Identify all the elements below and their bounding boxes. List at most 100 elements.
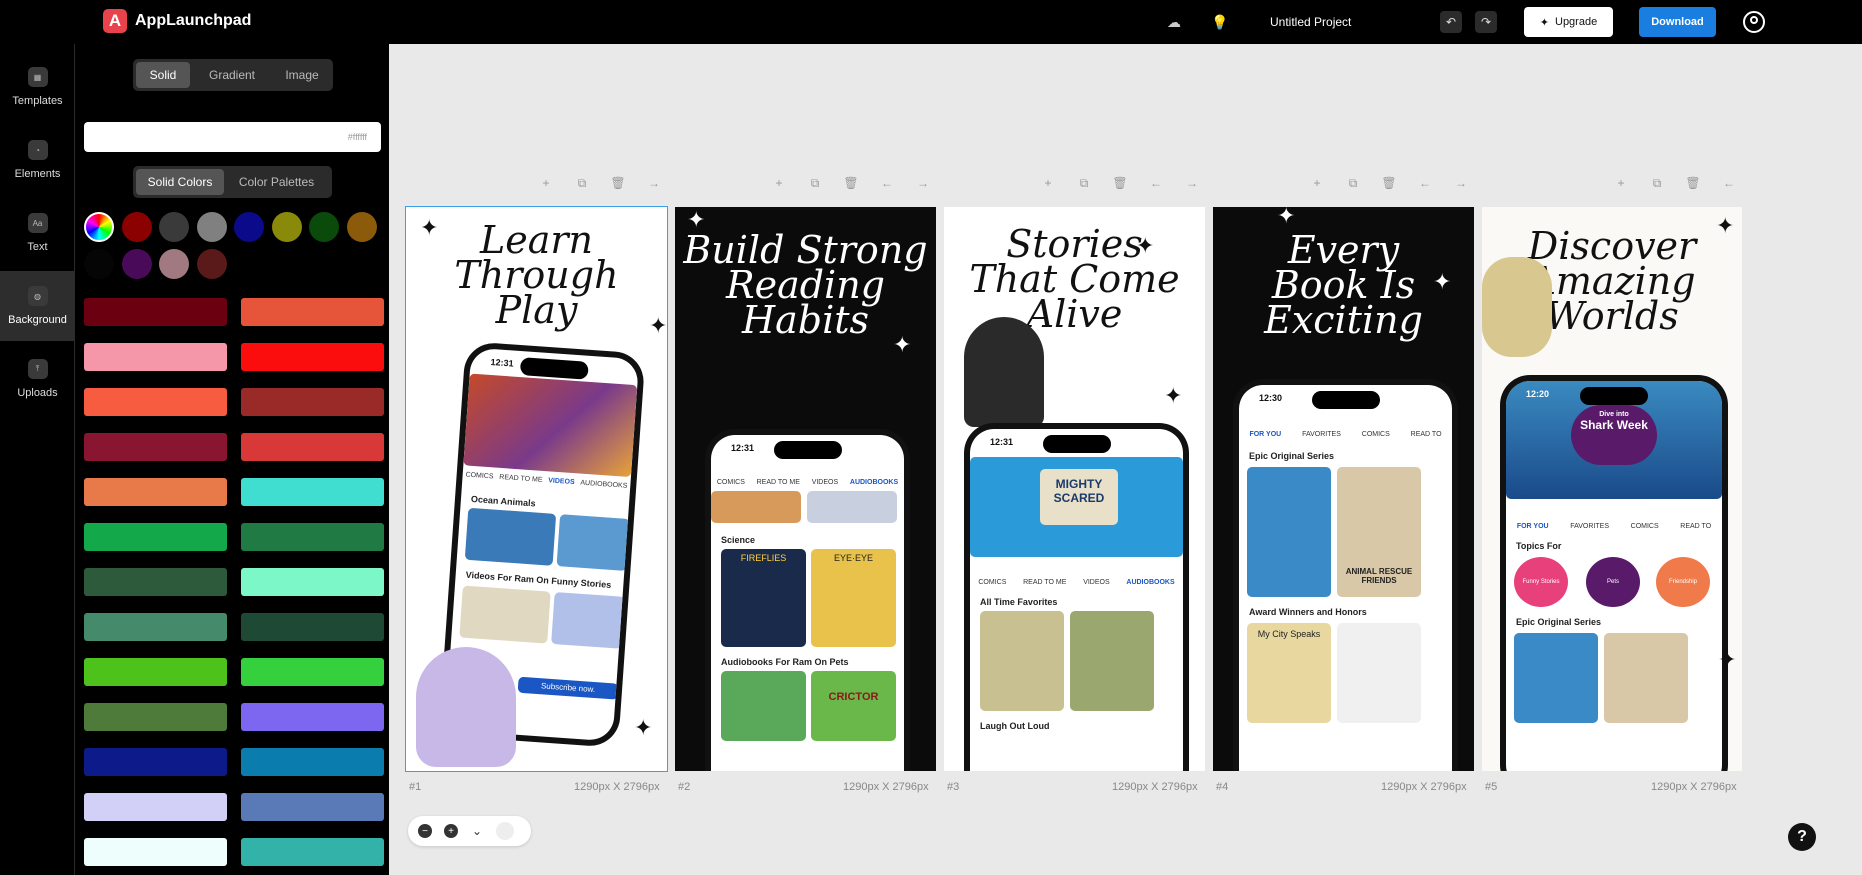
zoom-level-indicator[interactable] [496,822,514,840]
arrow-right-icon[interactable]: → [1452,176,1470,194]
color-swatch[interactable] [121,212,152,242]
delete-icon[interactable]: 🗑 [1111,176,1129,194]
frame-5[interactable]: Discover Amazing Worlds ✦ 12:20 Dive int… [1482,207,1742,771]
nav-text[interactable]: Aa Text [0,198,75,268]
color-bar-swatch[interactable] [84,433,227,461]
tab-gradient[interactable]: Gradient [190,62,274,88]
frame-2[interactable]: Build Strong Reading Habits ✦ ✦ 12:31 CO… [675,207,936,771]
color-bar-swatch[interactable] [84,838,227,866]
hex-color-input[interactable]: #ffffff [84,122,381,152]
zoom-out-icon[interactable]: − [418,824,432,838]
duplicate-icon[interactable]: ⧉ [1648,176,1666,194]
arrow-left-icon[interactable]: ← [1416,176,1434,194]
color-bar-swatch[interactable] [84,388,227,416]
sparkle-icon: ✦ [420,215,439,240]
tab-label: VIDEOS [811,479,839,486]
delete-icon[interactable]: 🗑 [609,176,627,194]
lightbulb-icon[interactable]: 💡 [1210,12,1230,32]
tab-solid[interactable]: Solid [136,62,190,88]
add-icon[interactable]: + [1612,176,1630,194]
nav-elements[interactable]: ◔ Elements [0,125,75,195]
topic-chip: Friendship [1656,557,1710,607]
duplicate-icon[interactable]: ⧉ [806,176,824,194]
color-bar-swatch[interactable] [241,523,384,551]
color-bar-swatch[interactable] [84,343,227,371]
delete-icon[interactable]: 🗑 [1684,176,1702,194]
color-bar-swatch[interactable] [241,658,384,686]
add-icon[interactable]: + [1308,176,1326,194]
arrow-left-icon[interactable]: ← [1147,176,1165,194]
account-icon[interactable] [1743,11,1765,33]
color-swatch[interactable] [84,249,114,279]
color-swatch[interactable] [346,212,377,242]
color-swatch[interactable] [234,212,264,242]
chevron-double-down-icon[interactable]: ⌄ [470,824,484,838]
color-bar-swatch[interactable] [241,478,384,506]
color-bar-swatch[interactable] [84,298,227,326]
arrow-left-icon[interactable]: ← [878,176,896,194]
color-bar-swatch[interactable] [241,433,384,461]
nav-background[interactable]: ◍ Background [0,271,75,341]
tab-label: COMICS [1361,431,1390,438]
project-name[interactable]: Untitled Project [1270,15,1351,29]
color-bar-swatch[interactable] [84,793,227,821]
arrow-right-icon[interactable]: → [914,176,932,194]
frame-3[interactable]: Stories That Come Alive ✦ ✦ 12:31 MIGHTY… [944,207,1205,771]
upgrade-button[interactable]: ✦ Upgrade [1524,7,1613,37]
color-bar-swatch[interactable] [84,703,227,731]
download-button[interactable]: Download [1639,7,1716,37]
tab-image[interactable]: Image [274,62,330,88]
color-bar-swatch[interactable] [241,388,384,416]
delete-icon[interactable]: 🗑 [842,176,860,194]
color-bar-swatch[interactable] [84,568,227,596]
app-logo[interactable]: A AppLaunchpad [103,9,251,33]
arrow-left-icon[interactable]: ← [1720,176,1738,194]
tab-label: VIDEOS [1083,579,1110,586]
help-button[interactable]: ? [1788,823,1816,851]
phone-notch [1580,387,1648,405]
redo-button[interactable]: ↷ [1475,11,1497,33]
color-bar-swatch[interactable] [241,613,384,641]
color-bar-swatch[interactable] [241,343,384,371]
color-bar-swatch[interactable] [84,478,227,506]
duplicate-icon[interactable]: ⧉ [573,176,591,194]
frame-4[interactable]: Every Book Is Exciting ✦ ✦ 12:30 FOR YOU… [1213,207,1474,771]
tab-solid-colors[interactable]: Solid Colors [136,169,224,195]
color-bar-swatch[interactable] [84,523,227,551]
frame-1[interactable]: Learn Through Play ✦ ✦ ✦ 12:31 COMICS REA… [405,206,668,772]
color-swatch[interactable] [196,212,227,242]
delete-icon[interactable]: 🗑 [1380,176,1398,194]
nav-uploads[interactable]: ⤒ Uploads [0,344,75,414]
add-icon[interactable]: + [770,176,788,194]
sparkle-icon: ✦ [634,715,653,740]
color-swatch[interactable] [196,249,227,279]
frame-3-toolbar: + ⧉ 🗑 ← → [1039,176,1201,194]
arrow-right-icon[interactable]: → [1183,176,1201,194]
color-swatch[interactable] [159,212,189,242]
duplicate-icon[interactable]: ⧉ [1075,176,1093,194]
color-bar-swatch[interactable] [241,793,384,821]
color-bar-swatch[interactable] [84,658,227,686]
add-icon[interactable]: + [1039,176,1057,194]
add-icon[interactable]: + [537,176,555,194]
color-bar-swatch[interactable] [241,748,384,776]
color-swatch[interactable] [121,249,152,279]
color-bar-swatch[interactable] [84,748,227,776]
color-swatch[interactable] [159,249,189,279]
color-bar-swatch[interactable] [241,838,384,866]
color-bar-swatch[interactable] [241,298,384,326]
color-bar-swatch[interactable] [241,568,384,596]
color-bar-swatch[interactable] [241,703,384,731]
color-bar-swatch[interactable] [84,613,227,641]
color-swatch[interactable] [309,212,339,242]
arrow-right-icon[interactable]: → [645,176,663,194]
zoom-in-icon[interactable]: + [444,824,458,838]
color-swatch[interactable] [271,212,302,242]
duplicate-icon[interactable]: ⧉ [1344,176,1362,194]
section-title: Epic Original Series [1249,451,1335,461]
tab-color-palettes[interactable]: Color Palettes [224,169,329,195]
undo-button[interactable]: ↶ [1440,11,1462,33]
custom-color-picker[interactable] [84,212,114,242]
nav-templates[interactable]: ▦ Templates [0,52,75,122]
cloud-icon[interactable]: ☁ [1164,12,1184,32]
